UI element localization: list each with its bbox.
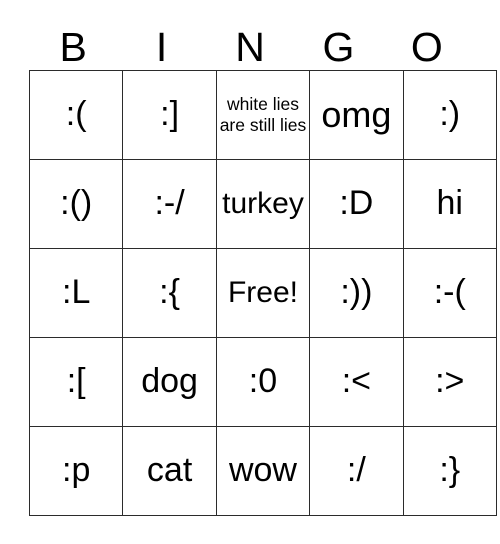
- bingo-cell-text: :[: [66, 362, 86, 401]
- bingo-cell-text: :/: [346, 451, 366, 490]
- bingo-cell-text: :-(: [433, 273, 466, 312]
- bingo-cell-text: turkey: [222, 187, 304, 221]
- bingo-cell[interactable]: :]: [122, 70, 217, 160]
- bingo-cell-text: cat: [146, 451, 193, 490]
- bingo-cell[interactable]: dog: [122, 337, 217, 427]
- bingo-cell-text: white lies are still lies: [219, 93, 307, 135]
- bingo-cell-text: :): [439, 95, 461, 134]
- bingo-row: :p cat wow :/ :}: [28, 426, 497, 516]
- bingo-row: :[ dog :0 :< :>: [28, 337, 497, 427]
- bingo-cell[interactable]: :>: [402, 337, 497, 427]
- bingo-row: :( :] white lies are still lies omg :): [28, 70, 497, 160]
- bingo-cell-text: wow: [228, 451, 297, 490]
- bingo-cell[interactable]: :{: [122, 248, 217, 338]
- bingo-cell[interactable]: :(): [28, 159, 124, 249]
- bingo-cell[interactable]: :-/: [122, 159, 217, 249]
- bingo-cell-text: :(: [65, 95, 87, 134]
- bingo-cell[interactable]: wow: [215, 426, 311, 516]
- bingo-row: :() :-/ turkey :D hi: [28, 159, 497, 249]
- bingo-header-letter-b: B: [59, 24, 87, 70]
- bingo-row: :L :{ Free! :)) :-(: [28, 248, 497, 338]
- bingo-cell-text: omg: [321, 94, 392, 136]
- bingo-cell-text: :0: [248, 362, 278, 401]
- bingo-cell-text: :D: [339, 184, 374, 223]
- bingo-cell[interactable]: :<: [309, 337, 404, 427]
- bingo-header-letter-i: I: [155, 24, 168, 70]
- bingo-cell[interactable]: :)): [309, 248, 404, 338]
- bingo-cell-text: :{: [159, 273, 180, 312]
- bingo-cell-text: :(): [60, 184, 93, 223]
- bingo-cell-text: :)): [340, 273, 373, 312]
- bingo-cell-text: dog: [141, 362, 198, 401]
- bingo-grid: :( :] white lies are still lies omg :) :…: [28, 70, 497, 516]
- bingo-cell[interactable]: turkey: [215, 159, 311, 249]
- bingo-cell[interactable]: hi: [402, 159, 497, 249]
- bingo-cell-free[interactable]: Free!: [215, 248, 311, 338]
- bingo-cell[interactable]: :-(: [402, 248, 497, 338]
- bingo-header-row: B I N G O: [29, 16, 471, 70]
- bingo-cell[interactable]: :[: [28, 337, 124, 427]
- bingo-cell[interactable]: :D: [309, 159, 404, 249]
- bingo-cell-text: :}: [439, 451, 461, 490]
- bingo-cell[interactable]: :/: [309, 426, 404, 516]
- bingo-cell[interactable]: cat: [122, 426, 217, 516]
- bingo-cell[interactable]: :(: [28, 70, 124, 160]
- bingo-cell[interactable]: omg: [309, 70, 404, 160]
- bingo-cell-text: :>: [435, 362, 465, 401]
- bingo-cell-text: :]: [160, 95, 180, 134]
- bingo-cell-text: :<: [341, 362, 372, 401]
- bingo-header-letter-g: G: [322, 24, 355, 70]
- bingo-cell[interactable]: :}: [402, 426, 497, 516]
- bingo-cell-text: :p: [62, 451, 91, 490]
- bingo-cell-text: :-/: [154, 184, 185, 223]
- bingo-header-letter-n: N: [235, 24, 265, 70]
- bingo-cell[interactable]: :p: [28, 426, 124, 516]
- bingo-cell[interactable]: white lies are still lies: [215, 70, 311, 160]
- bingo-cell-text: :L: [62, 273, 91, 312]
- bingo-card: B I N G O :( :] white lies are still lie…: [28, 16, 497, 516]
- bingo-cell[interactable]: :L: [28, 248, 124, 338]
- bingo-cell[interactable]: :0: [215, 337, 311, 427]
- bingo-header-letter-o: O: [410, 24, 443, 70]
- bingo-cell[interactable]: :): [402, 70, 497, 160]
- bingo-cell-text: hi: [436, 184, 463, 223]
- bingo-free-space-text: Free!: [227, 276, 298, 310]
